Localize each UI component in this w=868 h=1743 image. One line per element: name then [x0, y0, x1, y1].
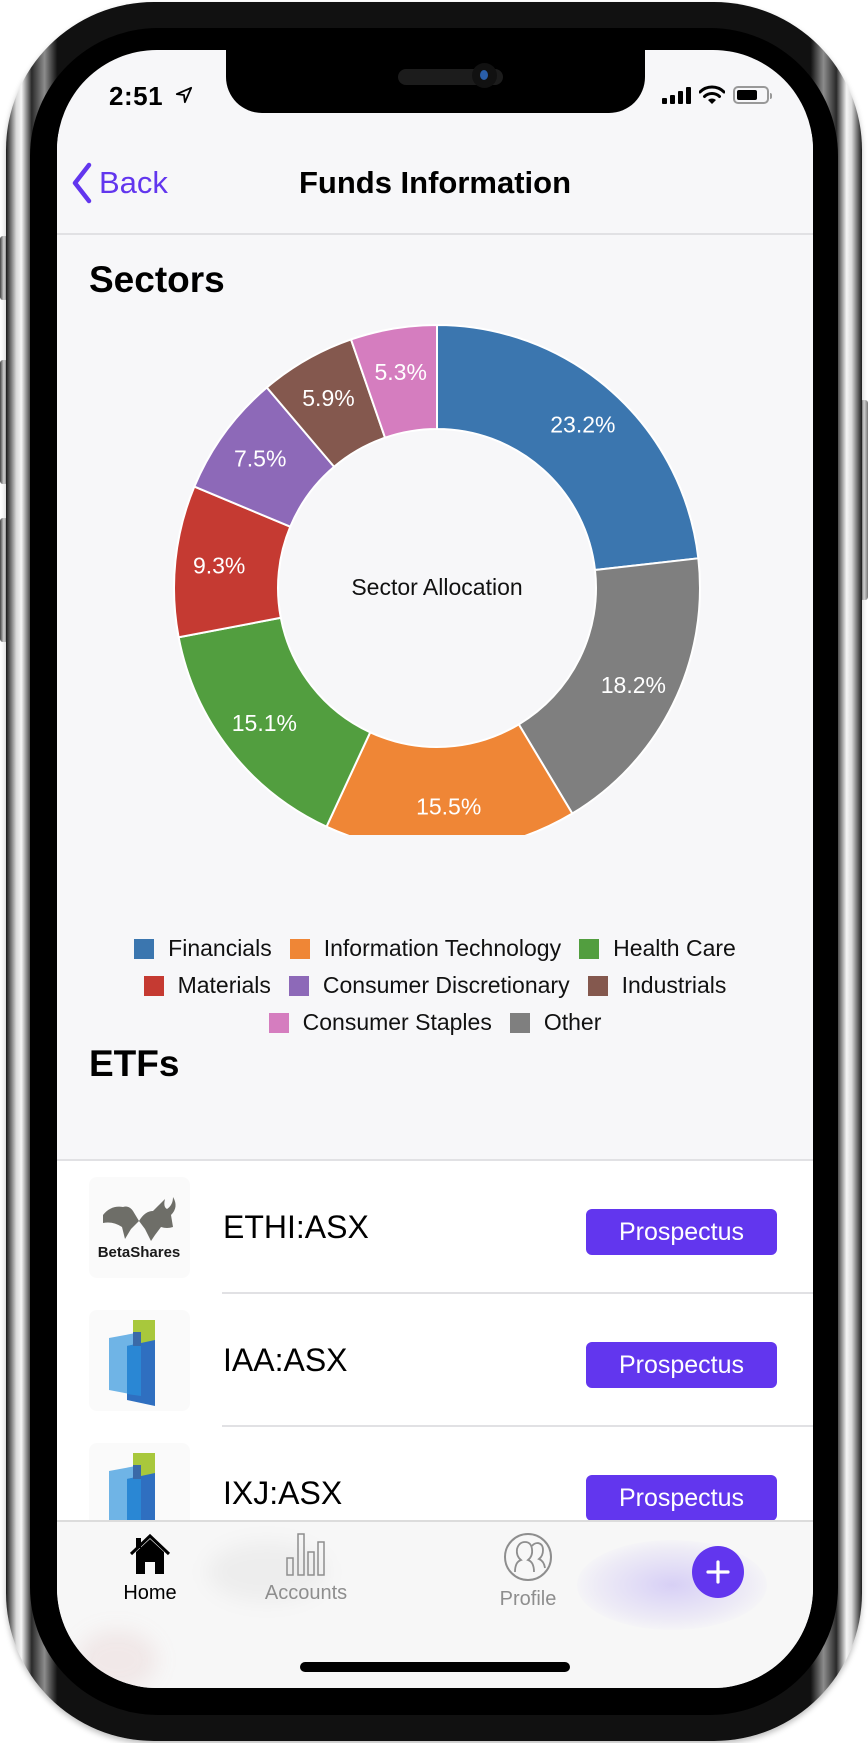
notch — [226, 50, 645, 113]
legend-label: Consumer Staples — [302, 1009, 492, 1035]
slice-value-label: 23.2% — [550, 412, 615, 438]
legend-swatch — [579, 938, 600, 959]
bar-chart-icon — [286, 1533, 325, 1576]
tab-accounts[interactable]: Accounts — [231, 1532, 381, 1605]
location-arrow-icon — [175, 86, 193, 104]
cellular-signal-icon — [662, 86, 691, 104]
etfs-heading: ETFs — [89, 1043, 180, 1084]
home-indicator[interactable] — [300, 1662, 570, 1672]
legend-item[interactable]: Consumer Discretionary — [288, 972, 570, 999]
logo-text: BetaShares — [98, 1244, 181, 1261]
home-icon — [129, 1533, 171, 1574]
etf-row[interactable]: IAA:ASX Prospectus — [57, 1294, 813, 1427]
etf-ticker: IAA:ASX — [223, 1342, 348, 1378]
legend-label: Industrials — [621, 972, 727, 998]
legend-swatch — [134, 938, 155, 959]
legend-label: Information Technology — [323, 935, 562, 961]
slice-value-label: 5.9% — [302, 385, 354, 411]
slice-value-label: 18.2% — [601, 672, 666, 698]
tab-label: Home — [123, 1582, 177, 1604]
legend-label: Health Care — [613, 935, 736, 961]
wifi-icon — [699, 85, 725, 104]
legend-swatch — [587, 975, 608, 996]
status-icons — [662, 85, 772, 105]
prospectus-button[interactable]: Prospectus — [586, 1209, 777, 1255]
legend-label: Financials — [168, 935, 272, 961]
slice-value-label: 9.3% — [193, 552, 245, 578]
legend-item[interactable]: Other — [509, 1009, 602, 1036]
slice-value-label: 7.5% — [234, 446, 286, 472]
legend-label: Consumer Discretionary — [322, 972, 570, 998]
bear-bull-icon: BetaShares — [98, 1197, 181, 1261]
tab-home[interactable]: Home — [75, 1532, 225, 1605]
profile-icon — [504, 1533, 552, 1581]
legend-swatch — [288, 975, 309, 996]
decorative-blur — [77, 1630, 157, 1688]
page-title: Funds Information — [298, 165, 572, 200]
prospectus-button[interactable]: Prospectus — [586, 1475, 777, 1521]
legend-item[interactable]: Materials — [143, 972, 271, 999]
tab-label: Accounts — [264, 1582, 348, 1604]
legend-swatch — [509, 1012, 530, 1033]
legend-item[interactable]: Information Technology — [289, 935, 562, 962]
slice-value-label: 15.5% — [416, 794, 481, 820]
legend-item[interactable]: Financials — [134, 935, 272, 962]
ishares-mark-icon — [109, 1320, 155, 1406]
legend-row: Materials Consumer Discretionary Industria… — [57, 972, 813, 999]
battery-icon — [733, 86, 772, 104]
prospectus-button[interactable]: Prospectus — [586, 1342, 777, 1388]
sector-allocation-donut-chart: 23.2% 18.2% 15.5% 15.1% 9.3% 7.5% 5.9% 5.3% Sec… — [173, 323, 701, 835]
etf-ticker: IXJ:ASX — [223, 1475, 343, 1511]
legend-item[interactable]: Industrials — [587, 972, 727, 999]
front-camera — [472, 63, 497, 88]
slice-value-label: 15.1% — [232, 710, 297, 736]
chart-center-title: Sector Allocation — [351, 574, 522, 600]
legend-label: Materials — [177, 972, 271, 998]
phone-screen: 2:51 Back Funds Information Sectors 23.2… — [57, 50, 813, 1688]
legend-swatch — [143, 975, 164, 996]
etf-list: BetaShares ETHI:ASX Prospectus IAA:ASX P… — [57, 1159, 813, 1560]
status-time: 2:51 — [109, 81, 164, 111]
ishares-logo — [89, 1310, 190, 1411]
legend-row: Financials Information Technology Health C… — [57, 935, 813, 962]
betashares-logo: BetaShares — [89, 1177, 190, 1278]
slice-value-label: 5.3% — [374, 359, 426, 385]
legend-item[interactable]: Health Care — [579, 935, 736, 962]
legend-row: Consumer Staples Other — [57, 1009, 813, 1036]
slice-financials[interactable] — [436, 323, 700, 572]
legend-item[interactable]: Consumer Staples — [268, 1009, 492, 1036]
plus-icon — [706, 1560, 730, 1584]
legend-swatch — [289, 938, 310, 959]
legend-swatch — [268, 1012, 289, 1033]
add-button[interactable] — [692, 1546, 744, 1598]
navigation-bar: Back Funds Information — [57, 134, 813, 235]
etf-row[interactable]: BetaShares ETHI:ASX Prospectus — [57, 1161, 813, 1294]
etf-ticker: ETHI:ASX — [223, 1209, 369, 1245]
legend-label: Other — [543, 1009, 602, 1035]
